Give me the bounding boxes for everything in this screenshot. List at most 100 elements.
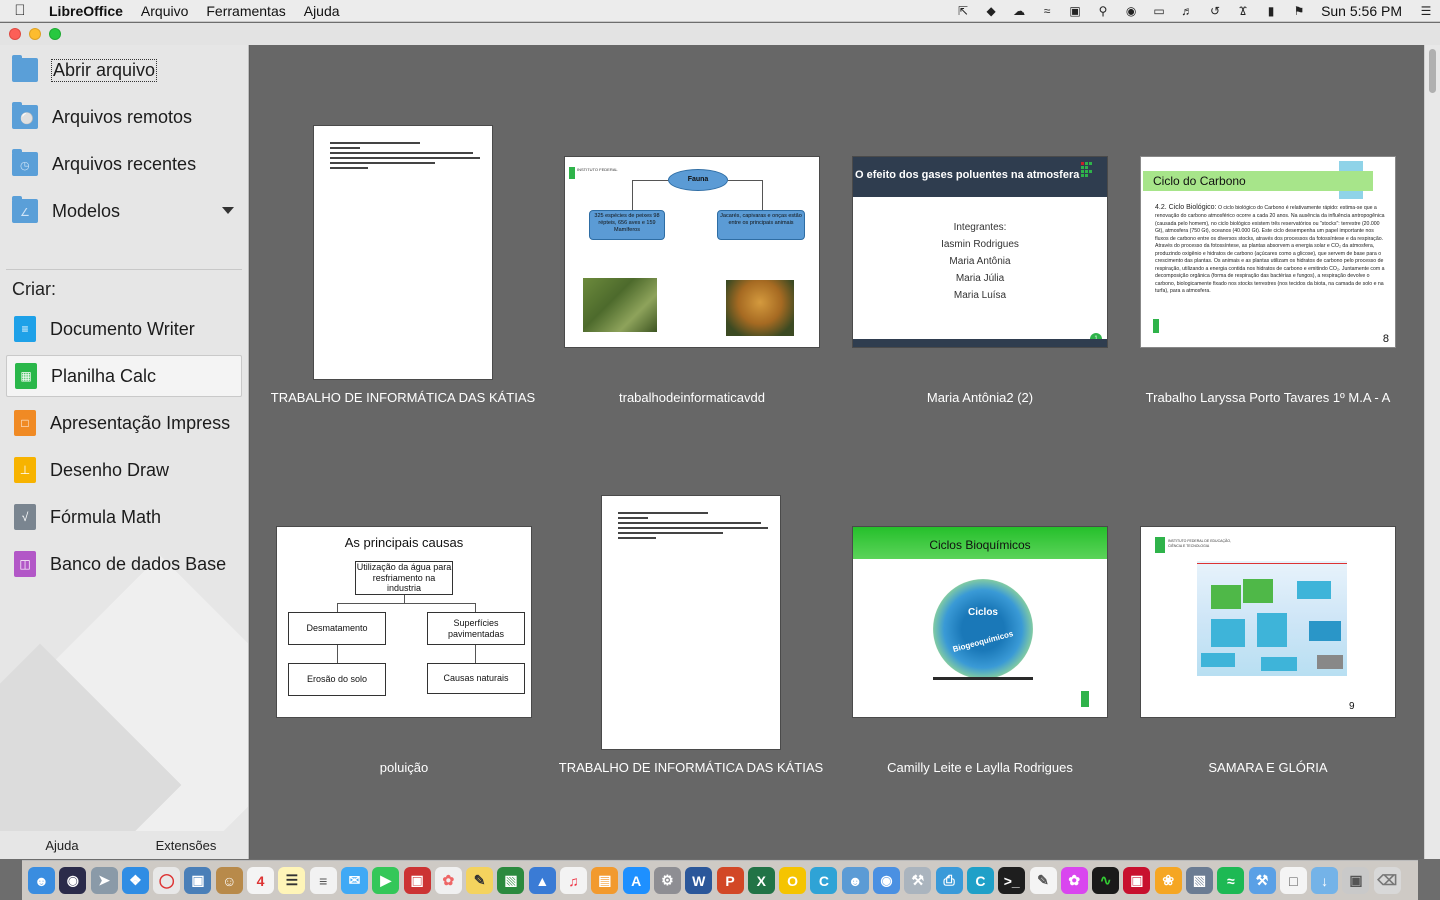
document-thumbnail[interactable]: Ciclo do Carbono 4.2. Ciclo Biológico: O…: [1140, 156, 1396, 348]
document-title[interactable]: Maria Antônia2 (2): [830, 390, 1130, 405]
cloud-icon[interactable]: ☁: [1011, 4, 1027, 18]
numbers-icon[interactable]: ▧: [497, 867, 525, 894]
utilities-icon[interactable]: ⚒: [904, 867, 932, 894]
document-title[interactable]: trabalhodeinformaticavdd: [542, 390, 842, 405]
scrollbar-thumb[interactable]: [1429, 49, 1436, 93]
create-calc-button[interactable]: ▦ Planilha Calc: [6, 355, 242, 397]
ibooks-icon[interactable]: ▤: [591, 867, 619, 894]
photos-icon[interactable]: ✿: [434, 867, 462, 894]
remote-files-button[interactable]: ⚪ Arquivos remotos: [6, 96, 242, 138]
search-icon[interactable]: ⚲: [1095, 4, 1111, 18]
document-thumbnail[interactable]: O efeito dos gases poluentes na atmosfer…: [852, 156, 1108, 348]
contacts-icon[interactable]: ☺: [215, 867, 243, 894]
preview-icon[interactable]: ▣: [184, 867, 212, 894]
butterfly-icon[interactable]: ❀: [1154, 867, 1182, 894]
outlook-icon[interactable]: O: [779, 867, 807, 894]
document-title[interactable]: TRABALHO DE INFORMÁTICA DAS KÁTIAS: [541, 760, 841, 775]
photo-booth-icon[interactable]: ▣: [403, 867, 431, 894]
siri-icon[interactable]: ◉: [59, 867, 87, 894]
messages-icon[interactable]: ✉: [340, 867, 368, 894]
printer-icon[interactable]: ⎙: [935, 867, 963, 894]
templates-button[interactable]: ∠ Modelos: [6, 190, 242, 232]
network-icon[interactable]: ◉: [873, 867, 901, 894]
create-draw-button[interactable]: ⊥ Desenho Draw: [6, 449, 242, 491]
create-draw-label: Desenho Draw: [50, 459, 170, 480]
trash-icon[interactable]: ⌫: [1373, 867, 1401, 894]
zoom-window-button[interactable]: [49, 28, 61, 40]
document-title[interactable]: poluição: [254, 760, 554, 775]
excel-icon[interactable]: X: [747, 867, 775, 894]
word-icon[interactable]: W: [685, 867, 713, 894]
app-store-icon[interactable]: A: [622, 867, 650, 894]
document-thumbnail[interactable]: INSTITUTO FEDERAL DE EDUCAÇÃO, CIÊNCIA E…: [1140, 526, 1396, 718]
calendar-icon[interactable]: 4: [247, 867, 275, 894]
chrome-icon[interactable]: ◯: [153, 867, 181, 894]
logo-text: INSTITUTO FEDERAL: [577, 167, 618, 172]
volume-icon[interactable]: ♬: [1179, 4, 1195, 18]
users-icon[interactable]: ☻: [841, 867, 869, 894]
create-writer-button[interactable]: ≡ Documento Writer: [6, 308, 242, 350]
app-c-icon[interactable]: C: [810, 867, 838, 894]
app-menu[interactable]: LibreOffice: [40, 3, 132, 19]
document-icon[interactable]: □: [1279, 867, 1307, 894]
script-editor-icon[interactable]: ✎: [1029, 867, 1057, 894]
wifi-icon[interactable]: ≈: [1039, 4, 1055, 18]
recent-files-button[interactable]: ◷ Arquivos recentes: [6, 143, 242, 185]
powerpoint-icon[interactable]: P: [716, 867, 744, 894]
activity-monitor-icon[interactable]: ∿: [1092, 867, 1120, 894]
keynote-icon[interactable]: ▲: [528, 867, 556, 894]
flag-icon[interactable]: ⚑: [1291, 4, 1307, 18]
create-base-button[interactable]: ◫ Banco de dados Base: [6, 543, 242, 585]
minimize-window-button[interactable]: [29, 28, 41, 40]
launchpad-icon[interactable]: ➤: [90, 867, 118, 894]
extensions-button[interactable]: Extensões: [124, 838, 248, 853]
pages-icon[interactable]: ✎: [466, 867, 494, 894]
menu-arquivo[interactable]: Arquivo: [132, 3, 197, 19]
xcode-icon[interactable]: ⚒: [1248, 867, 1276, 894]
screen-mirror-icon[interactable]: ▣: [1067, 4, 1083, 18]
open-file-button[interactable]: Abrir arquivo: [6, 49, 242, 91]
create-impress-button[interactable]: □ Apresentação Impress: [6, 402, 242, 444]
chevron-down-icon[interactable]: [222, 207, 234, 214]
help-button[interactable]: Ajuda: [0, 838, 124, 853]
time-machine-icon[interactable]: ↺: [1207, 4, 1223, 18]
document-title[interactable]: TRABALHO DE INFORMÁTICA DAS KÁTIAS: [253, 390, 553, 405]
bluetooth-icon[interactable]: Ϫ: [1235, 4, 1251, 18]
document-title[interactable]: Camilly Leite e Laylla Rodrigues: [830, 760, 1130, 775]
facetime-icon[interactable]: ▶: [372, 867, 400, 894]
reminders-icon[interactable]: ≡: [309, 867, 337, 894]
menubar-clock[interactable]: Sun 5:56 PM: [1313, 3, 1412, 19]
spotify-icon[interactable]: ≈: [1217, 867, 1245, 894]
itunes-icon[interactable]: ♫: [560, 867, 588, 894]
id-card-icon[interactable]: ▧: [1185, 867, 1213, 894]
cursor-tool-icon[interactable]: ⇱: [955, 4, 971, 18]
document-title[interactable]: Trabalho Laryssa Porto Tavares 1º M.A - …: [1118, 390, 1418, 405]
apple-menu-icon[interactable]: : [0, 2, 40, 19]
battery-icon[interactable]: ▮: [1263, 4, 1279, 18]
dropbox-icon[interactable]: ◆: [983, 4, 999, 18]
safari-icon[interactable]: ❖: [121, 867, 149, 894]
system-preferences-icon[interactable]: ⚙: [653, 867, 681, 894]
create-math-button[interactable]: √ Fórmula Math: [6, 496, 242, 538]
close-window-button[interactable]: [9, 28, 21, 40]
document-thumbnail[interactable]: INSTITUTO FEDERAL Fauna 325 espécies de …: [564, 156, 820, 348]
menu-ajuda[interactable]: Ajuda: [295, 3, 349, 19]
notes-icon[interactable]: ☰: [278, 867, 306, 894]
app-c2-icon[interactable]: C: [966, 867, 994, 894]
document-title[interactable]: SAMARA E GLÓRIA: [1118, 760, 1418, 775]
document-thumbnail[interactable]: [313, 125, 493, 380]
terminal-icon[interactable]: >_: [998, 867, 1026, 894]
document-thumbnail[interactable]: As principais causas Utilização da água …: [276, 526, 532, 718]
notification-center-icon[interactable]: ☰: [1418, 4, 1434, 18]
menu-ferramentas[interactable]: Ferramentas: [197, 3, 294, 19]
finder-icon[interactable]: ☻: [28, 867, 55, 894]
siri-icon[interactable]: ◉: [1123, 4, 1139, 18]
flower-app-icon[interactable]: ✿: [1060, 867, 1088, 894]
downloads-folder-icon[interactable]: ↓: [1311, 867, 1339, 894]
network-radar-icon[interactable]: ▣: [1123, 867, 1151, 894]
screenshots-folder-icon[interactable]: ▣: [1342, 867, 1370, 894]
vertical-scrollbar[interactable]: [1424, 45, 1440, 859]
document-thumbnail[interactable]: [601, 495, 781, 750]
document-thumbnail[interactable]: Ciclos Bioquímicos Ciclos Biogeoquímicos: [852, 526, 1108, 718]
airplay-icon[interactable]: ▭: [1151, 4, 1167, 18]
